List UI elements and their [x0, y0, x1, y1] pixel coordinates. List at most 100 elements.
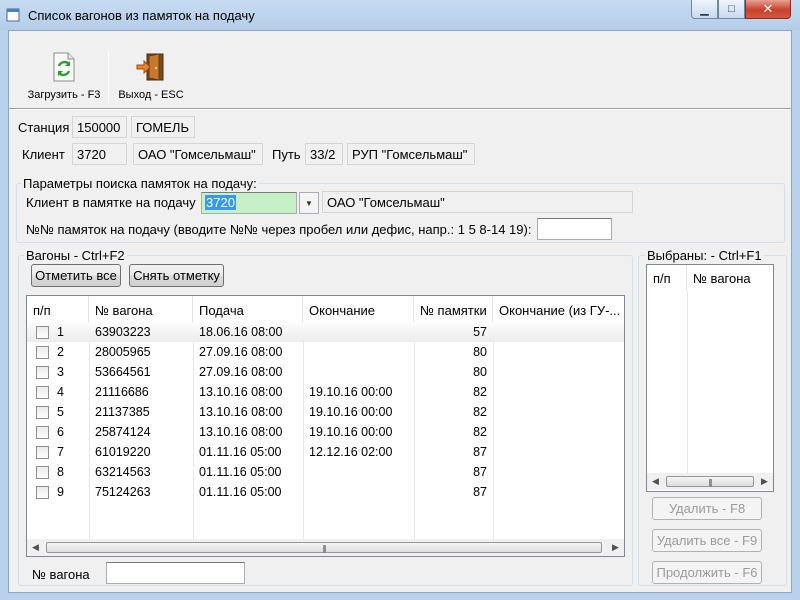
cell-supply: 27.09.16 08:00: [199, 365, 283, 379]
row-checkbox[interactable]: [36, 326, 49, 339]
table-row[interactable]: 2 28005965 27.09.16 08:00 80: [27, 342, 624, 362]
row-checkbox[interactable]: [36, 426, 49, 439]
cell-num: 3: [57, 365, 64, 379]
wagons-horizontal-scrollbar[interactable]: ◀ ||| ▶: [27, 539, 624, 556]
exit-button[interactable]: Выход - ESC: [113, 52, 189, 101]
table-row[interactable]: 4 21116686 13.10.16 08:00 19.10.16 00:00 82: [27, 382, 624, 402]
maximize-button[interactable]: □: [718, 0, 745, 19]
cell-end: 19.10.16 00:00: [309, 385, 393, 399]
load-button-label: Загрузить - F3: [27, 89, 101, 101]
client-label: Клиент: [22, 147, 65, 162]
title-bar[interactable]: Список вагонов из памяток на подачу ▁ □ …: [0, 0, 800, 30]
table-row[interactable]: 3 53664561 27.09.16 08:00 80: [27, 362, 624, 382]
table-row[interactable]: 6 25874124 13.10.16 08:00 19.10.16 00:00 82: [27, 422, 624, 442]
column-header-end[interactable]: Окончание: [303, 296, 414, 322]
column-header-supply[interactable]: Подача: [193, 296, 303, 322]
search-params-title: Параметры поиска памяток на подачу:: [21, 176, 259, 191]
cell-end-gu: [493, 442, 624, 462]
row-checkbox[interactable]: [36, 386, 49, 399]
station-label: Станция: [18, 120, 70, 135]
column-header-memo[interactable]: № памятки: [414, 296, 493, 322]
cell-end: [303, 362, 414, 382]
cell-wagon: 21137385: [95, 405, 150, 419]
cell-end-gu: [493, 482, 624, 502]
table-row[interactable]: 7 61019220 01.11.16 05:00 12.12.16 02:00 87: [27, 442, 624, 462]
wagon-number-input[interactable]: [106, 562, 245, 584]
selected-header-num[interactable]: п/п: [647, 265, 687, 291]
toolbar-divider: [9, 108, 791, 110]
load-button[interactable]: Загрузить - F3: [22, 52, 106, 101]
window-title: Список вагонов из памяток на подачу: [28, 8, 255, 23]
close-button[interactable]: ✕: [745, 0, 791, 19]
scrollbar-thumb[interactable]: |||: [46, 542, 602, 553]
cell-supply: 01.11.16 05:00: [199, 465, 282, 479]
check-all-button[interactable]: Отметить все: [31, 264, 121, 287]
cell-end: [303, 342, 414, 362]
dropdown-arrow-icon[interactable]: ▼: [299, 192, 319, 214]
table-row[interactable]: 9 75124263 01.11.16 05:00 87: [27, 482, 624, 502]
cell-memo: 82: [473, 385, 487, 399]
table-row[interactable]: 1 63903223 18.06.16 08:00 57: [27, 322, 624, 342]
selected-group-title: Выбраны: - Ctrl+F1: [645, 248, 764, 263]
table-row[interactable]: 5 21137385 13.10.16 08:00 19.10.16 00:00 82: [27, 402, 624, 422]
cell-supply: 01.11.16 05:00: [199, 485, 282, 499]
cell-end: 19.10.16 00:00: [309, 405, 393, 419]
selected-grid[interactable]: п/п № вагона ◀ ||| ▶: [646, 264, 774, 492]
station-code: 150000: [72, 116, 127, 138]
delete-all-button[interactable]: Удалить все - F9: [652, 529, 762, 552]
cell-end-gu: [493, 422, 624, 442]
scroll-left-icon[interactable]: ◀: [27, 539, 44, 556]
cell-num: 4: [57, 385, 64, 399]
cell-end-gu: [493, 462, 624, 482]
table-row[interactable]: 8 63214563 01.11.16 05:00 87: [27, 462, 624, 482]
cell-wagon: 25874124: [95, 425, 151, 439]
client-name: ОАО "Гомсельмаш": [133, 143, 263, 165]
cell-end: 19.10.16 00:00: [309, 425, 393, 439]
row-checkbox[interactable]: [36, 486, 49, 499]
track-label: Путь: [272, 147, 301, 162]
cell-num: 1: [57, 325, 64, 339]
cell-memo: 87: [473, 485, 487, 499]
scrollbar-thumb[interactable]: |||: [666, 476, 754, 487]
column-header-wagon[interactable]: № вагона: [89, 296, 193, 322]
cell-memo: 80: [473, 365, 487, 379]
cell-end: [303, 462, 414, 482]
scroll-right-icon[interactable]: ▶: [756, 473, 773, 490]
cell-memo: 82: [473, 405, 487, 419]
cell-num: 9: [57, 485, 64, 499]
grid-col-line: [687, 291, 688, 474]
cell-supply: 27.09.16 08:00: [199, 345, 283, 359]
uncheck-button[interactable]: Снять отметку: [129, 264, 224, 287]
client-code: 3720: [72, 143, 127, 165]
minimize-button[interactable]: ▁: [691, 0, 718, 19]
row-checkbox[interactable]: [36, 366, 49, 379]
scroll-left-icon[interactable]: ◀: [647, 473, 664, 490]
app-icon: [6, 8, 20, 22]
wagons-grid[interactable]: п/п № вагона Подача Окончание № памятки …: [26, 295, 625, 557]
search-client-input[interactable]: 3720: [201, 192, 297, 214]
search-client-name: ОАО "Гомсельмаш": [322, 191, 633, 213]
row-checkbox[interactable]: [36, 346, 49, 359]
memo-numbers-label: №№ памяток на подачу (вводите №№ через п…: [26, 222, 532, 237]
column-header-num[interactable]: п/п: [27, 296, 89, 322]
row-checkbox[interactable]: [36, 446, 49, 459]
column-header-end-gu[interactable]: Окончание (из ГУ-...: [493, 296, 624, 322]
exit-button-label: Выход - ESC: [118, 89, 184, 101]
delete-button[interactable]: Удалить - F8: [652, 497, 762, 520]
scroll-right-icon[interactable]: ▶: [607, 539, 624, 556]
wagons-group-title: Вагоны - Ctrl+F2: [24, 248, 127, 263]
cell-end-gu: [493, 362, 624, 382]
cell-end: 12.12.16 02:00: [309, 445, 393, 459]
cell-end-gu: [493, 342, 624, 362]
continue-button[interactable]: Продолжить - F6: [652, 561, 762, 584]
refresh-icon: [50, 52, 78, 85]
cell-supply: 13.10.16 08:00: [199, 385, 283, 399]
cell-end-gu: [493, 402, 624, 422]
selected-horizontal-scrollbar[interactable]: ◀ ||| ▶: [647, 473, 773, 490]
cell-wagon: 53664561: [95, 365, 151, 379]
row-checkbox[interactable]: [36, 406, 49, 419]
memo-numbers-input[interactable]: [537, 218, 612, 240]
row-checkbox[interactable]: [36, 466, 49, 479]
selected-header-wagon[interactable]: № вагона: [687, 265, 773, 291]
cell-memo: 87: [473, 445, 487, 459]
